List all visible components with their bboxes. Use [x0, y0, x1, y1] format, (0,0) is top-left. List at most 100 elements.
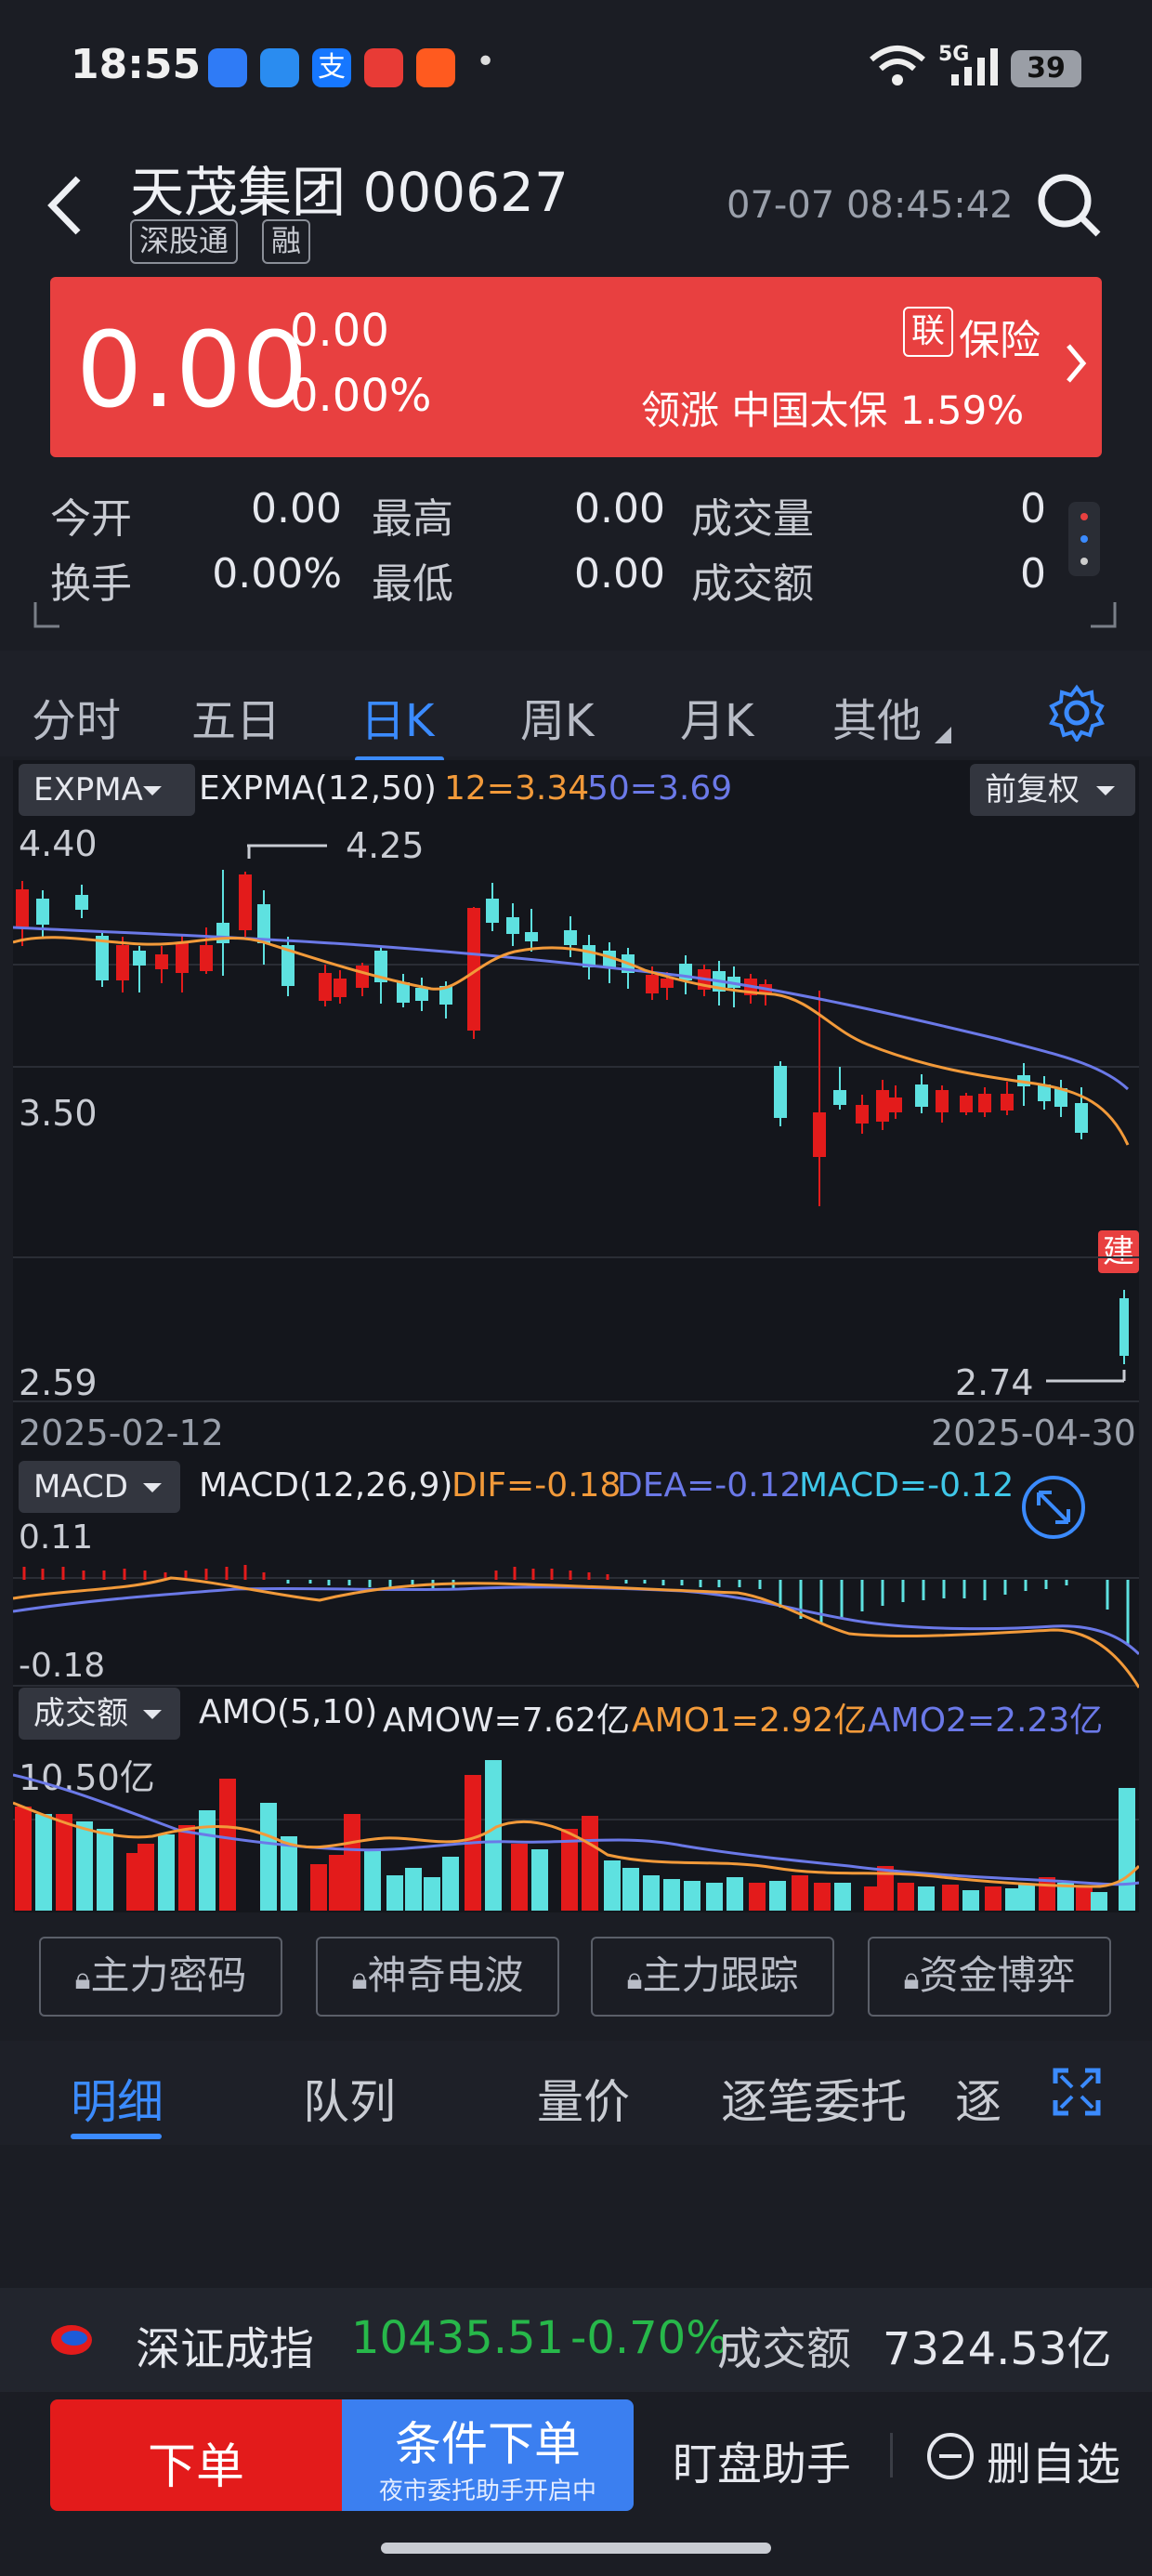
- price-change-pct: 0.00%: [290, 370, 432, 422]
- conditional-order-button[interactable]: 条件下单 夜市委托助手开启中: [342, 2399, 634, 2511]
- amo-name: AMO(5,10): [199, 1693, 378, 1731]
- more-stats-icon[interactable]: [1068, 502, 1100, 576]
- signal-icon: [951, 48, 998, 85]
- macd-value: MACD=-0.12: [799, 1466, 1015, 1505]
- tab-weekly-k[interactable]: 周K: [520, 684, 594, 749]
- search-icon[interactable]: [1035, 171, 1104, 240]
- index-value: 10435.51: [351, 2312, 565, 2364]
- stat-turnover-value: 0.00%: [212, 550, 342, 598]
- tag-shenzhen-connect: 深股通: [130, 219, 239, 264]
- index-change: -0.70%: [570, 2312, 728, 2364]
- stat-amount-label: 成交额: [691, 560, 814, 608]
- tab-detail[interactable]: 明细: [71, 2065, 164, 2132]
- tool-main-force-tracking[interactable]: 🔒︎主力跟踪: [591, 1937, 834, 2017]
- tool-magic-wave[interactable]: 🔒︎神奇电波: [316, 1937, 559, 2017]
- tag-margin: 融: [262, 219, 311, 264]
- back-icon[interactable]: [43, 173, 87, 238]
- current-price: 0.00: [76, 310, 308, 431]
- gear-icon[interactable]: [1048, 684, 1106, 742]
- lock-icon: 🔒︎: [351, 1961, 368, 1996]
- tab-order-by-order[interactable]: 逐笔委托: [721, 2065, 907, 2132]
- minus-circle-icon[interactable]: [925, 2431, 975, 2481]
- action-divider: [890, 2433, 893, 2477]
- notification-dot: •: [476, 43, 496, 81]
- stat-amount-value: 0: [1020, 550, 1046, 598]
- macd-svg: [13, 1565, 1139, 1689]
- amo1-value: AMO1=2.92亿: [632, 1702, 868, 1740]
- lock-icon: 🔒︎: [74, 1961, 91, 1996]
- amo-weekly: AMOW=7.62亿: [383, 1702, 630, 1740]
- tool-label: 主力跟踪: [642, 1952, 799, 1998]
- battery-icon: 39: [1011, 50, 1081, 87]
- sector-badge: 联: [903, 307, 953, 357]
- stat-open-label: 今开: [50, 495, 132, 543]
- tab-queue[interactable]: 队列: [303, 2065, 396, 2132]
- macd-dea: DEA=-0.12: [617, 1466, 802, 1505]
- chevron-down-icon: [143, 1483, 162, 1492]
- corner-right-icon: [1091, 602, 1117, 628]
- szse-logo-icon: [51, 2325, 92, 2355]
- chevron-right-icon: [1067, 344, 1087, 383]
- expand-arrows-icon[interactable]: [1020, 1474, 1087, 1541]
- kline-date-end: 2025-04-30: [931, 1413, 1136, 1453]
- wifi-icon: [870, 46, 925, 85]
- sector-name: 保险: [959, 317, 1041, 364]
- baidu-netdisk-icon: [208, 48, 247, 87]
- macd-dif: DIF=-0.18: [452, 1466, 622, 1505]
- stock-title: 天茂集团 000627: [130, 161, 569, 224]
- alipay-icon: 支: [312, 48, 351, 87]
- battery-level: 39: [1027, 52, 1066, 85]
- price-change: 0.00: [290, 305, 389, 357]
- tab-other[interactable]: 其他: [832, 684, 922, 749]
- toutiao-icon: [364, 48, 403, 87]
- stat-turnover-label: 换手: [50, 560, 132, 608]
- stat-low-label: 最低: [372, 560, 453, 608]
- macd-dea-line: [13, 1585, 1139, 1656]
- video-app-icon: [416, 48, 455, 87]
- conditional-order-sub: 夜市委托助手开启中: [378, 2477, 596, 2505]
- kline-date-start: 2025-02-12: [19, 1413, 224, 1453]
- price-card[interactable]: 0.00 0.00 0.00% 联 保险 领涨 中国太保 1.59%: [50, 277, 1102, 457]
- active-detail-indicator: [71, 2134, 162, 2139]
- status-bar: 18:55 支 • 5G 39: [0, 0, 1152, 130]
- alipay-helper-icon: [260, 48, 299, 87]
- stat-high-value: 0.00: [574, 485, 665, 532]
- order-button[interactable]: 下单: [50, 2399, 342, 2511]
- quote-datetime: 07-07 08:45:42: [727, 184, 1014, 227]
- fullscreen-icon[interactable]: [1052, 2067, 1102, 2117]
- tab-daily-k[interactable]: 日K: [360, 684, 434, 749]
- tab-intraday[interactable]: 分时: [32, 684, 121, 749]
- stat-volume-label: 成交量: [691, 495, 814, 543]
- tool-main-force-code[interactable]: 🔒︎主力密码: [39, 1937, 282, 2017]
- lock-icon: 🔒︎: [626, 1961, 643, 1996]
- tool-label: 神奇电波: [367, 1952, 524, 1998]
- chevron-down-icon: [143, 1710, 162, 1719]
- tool-capital-game[interactable]: 🔒︎资金博弈: [868, 1937, 1111, 2017]
- stat-low-value: 0.00: [574, 550, 665, 598]
- tab-volume-price[interactable]: 量价: [537, 2065, 630, 2132]
- tab-five-day[interactable]: 五日: [191, 684, 281, 749]
- index-amount: 7324.53亿: [883, 2323, 1112, 2375]
- tool-label: 资金博弈: [919, 1952, 1076, 1998]
- status-time: 18:55: [71, 41, 202, 88]
- index-amount-label: 成交额: [717, 2323, 852, 2375]
- lock-icon: 🔒︎: [903, 1961, 920, 1996]
- tab-tick-by-tick[interactable]: 逐: [955, 2065, 1001, 2132]
- conditional-order-label: 条件下单: [395, 2417, 581, 2471]
- index-name: 深证成指: [136, 2323, 315, 2375]
- corner-left-icon: [33, 602, 59, 628]
- sector-leader: 领涨 中国太保 1.59%: [641, 388, 1025, 433]
- macd-select-label: MACD: [33, 1468, 128, 1505]
- amount-select-label: 成交额: [33, 1695, 128, 1732]
- order-button-label: 下单: [147, 2439, 244, 2495]
- macd-name: MACD(12,26,9): [199, 1466, 453, 1505]
- stat-high-label: 最高: [372, 495, 453, 543]
- tab-monthly-k[interactable]: 月K: [680, 684, 753, 749]
- detail-content: [0, 2147, 1152, 2286]
- home-indicator[interactable]: [381, 2543, 771, 2554]
- dropdown-triangle-icon: [935, 727, 951, 743]
- remove-watchlist-button[interactable]: 删自选: [987, 2427, 1120, 2492]
- stat-volume-value: 0: [1020, 485, 1046, 532]
- monitor-assistant-button[interactable]: 盯盘助手: [673, 2427, 851, 2492]
- stat-open-value: 0.00: [251, 485, 342, 532]
